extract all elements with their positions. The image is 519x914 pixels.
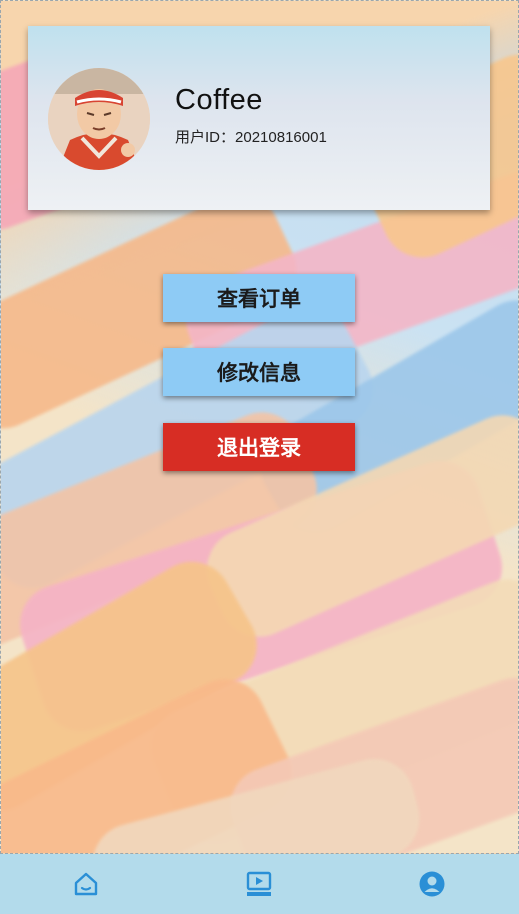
edit-info-button[interactable]: 修改信息 (163, 348, 355, 396)
user-id-label: 用户ID： (175, 129, 236, 146)
home-icon (74, 872, 98, 896)
logout-button[interactable]: 退出登录 (163, 423, 355, 471)
user-id-value: 20210816001 (235, 129, 327, 146)
avatar-image-icon (48, 68, 150, 170)
user-icon (419, 871, 445, 897)
bottom-tab-bar (0, 854, 519, 914)
profile-card: Coffee 用户ID：20210816001 (28, 26, 490, 210)
tab-home[interactable] (70, 868, 102, 900)
video-icon (246, 871, 272, 896)
tab-video[interactable] (243, 868, 275, 900)
avatar[interactable] (48, 68, 150, 170)
user-id-line: 用户ID：20210816001 (175, 126, 327, 147)
view-orders-button[interactable]: 查看订单 (163, 274, 355, 322)
tab-profile[interactable] (416, 868, 448, 900)
username: Coffee (175, 84, 263, 116)
